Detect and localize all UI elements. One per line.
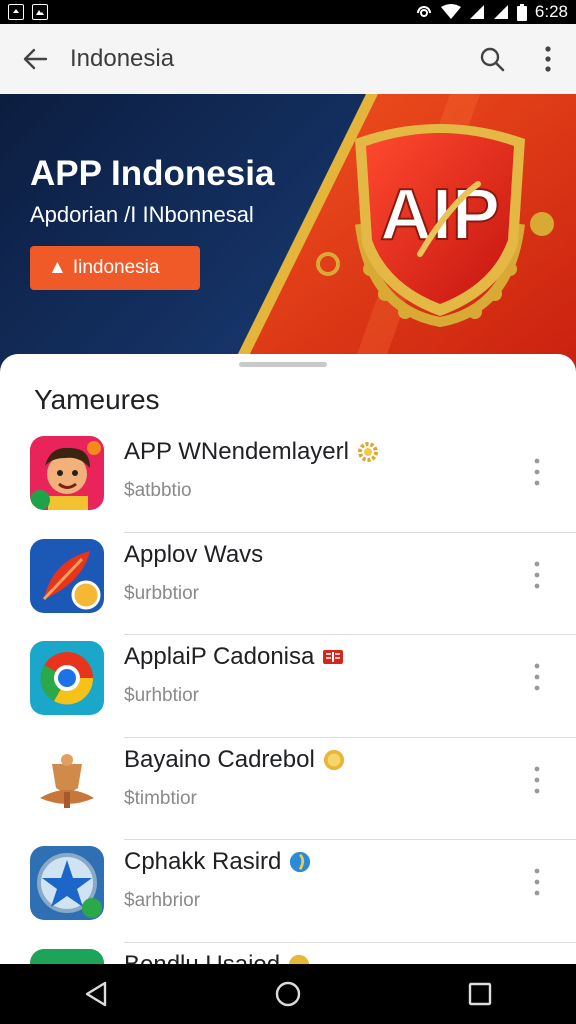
search-button[interactable]: [464, 24, 520, 94]
app-name: ApplaiP Cadonisa: [124, 643, 344, 671]
back-triangle-icon: [85, 981, 107, 1007]
signal-icon: [469, 5, 484, 19]
more-options-button[interactable]: [520, 24, 576, 94]
banner-title: APP Indonesia: [30, 154, 275, 193]
logo-mark-icon: ▲: [48, 257, 67, 278]
more-vert-icon: [534, 868, 540, 896]
coin-badge-icon: [323, 749, 345, 771]
book-badge-icon: [322, 646, 344, 668]
gear-badge-icon: [357, 441, 379, 463]
status-time: 6:28: [534, 2, 568, 21]
app-name-label: Bayaino Cadrebol: [124, 745, 315, 773]
list-item[interactable]: Bayaino Cadrebol $timbtior: [0, 738, 576, 840]
status-right: 6:28: [415, 2, 568, 22]
list-item[interactable]: Applov Wavs $urbbtior: [0, 533, 576, 635]
status-left: [8, 4, 48, 20]
app-bar: Indonesia: [0, 24, 576, 94]
hotspot-icon: [416, 6, 431, 17]
app-subtitle: $arhbrior: [124, 890, 201, 911]
more-vert-icon: [534, 561, 540, 588]
nav-back-button[interactable]: [56, 964, 136, 1024]
recents-square-icon: [468, 982, 492, 1006]
app-subtitle: $atbbtio: [124, 480, 192, 501]
app-list: APP WNendemlayerl $atbbtio Applov Wavs $…: [0, 430, 576, 1024]
star-compass-icon: [30, 846, 104, 920]
app-name: Bayaino Cadrebol: [124, 746, 345, 774]
list-item[interactable]: ApplaiP Cadonisa $urhbtior: [0, 635, 576, 738]
item-more-button[interactable]: [520, 858, 554, 906]
nav-home-button[interactable]: [248, 964, 328, 1024]
app-name: Cphakk Rasird: [124, 848, 311, 876]
drag-handle[interactable]: [239, 362, 327, 367]
notification-icon: [8, 4, 24, 20]
banner-button-label: Iindonesia: [72, 257, 160, 278]
app-name-label: Applov Wavs: [124, 540, 264, 568]
bottom-sheet: Yameures APP WNendemlayerl $atbbtio Appl…: [0, 354, 576, 1023]
item-more-button[interactable]: [520, 653, 554, 701]
trophy-icon: [30, 743, 104, 818]
avatar-boy-icon: [30, 436, 104, 510]
item-more-button[interactable]: [520, 756, 554, 804]
list-item-text: Bayaino Cadrebol $timbtior: [124, 746, 345, 810]
banner-subtitle: Apdorian /I INbonnesal: [30, 202, 254, 227]
more-vert-icon: [545, 46, 551, 72]
home-circle-icon: [275, 981, 301, 1007]
chrome-icon: [30, 641, 104, 715]
app-name: Applov Wavs: [124, 541, 263, 569]
more-vert-icon: [534, 663, 540, 691]
list-item-text: ApplaiP Cadonisa $urhbtior: [124, 643, 344, 707]
shield-emblem-icon: AIP: [316, 124, 554, 328]
nav-recents-button[interactable]: [440, 964, 520, 1024]
more-vert-icon: [534, 766, 540, 793]
emblem-text: AIP: [380, 175, 500, 255]
app-name-label: APP WNendemlayerl: [124, 438, 349, 465]
battery-icon: [516, 3, 527, 21]
list-item-text: APP WNendemlayerl $atbbtio: [124, 438, 379, 502]
item-more-button[interactable]: [520, 551, 554, 599]
signal-icon: [493, 5, 508, 19]
feather-icon: [30, 538, 104, 613]
list-item-text: Cphakk Rasird $arhbrior: [124, 848, 311, 912]
arrow-left-icon: [23, 48, 48, 70]
page-title: Indonesia: [70, 45, 175, 72]
app-subtitle: $urbbtior: [124, 582, 199, 604]
globe-badge-icon: [289, 851, 311, 873]
app-name-label: ApplaiP Cadonisa: [124, 643, 315, 670]
status-bar: 6:28: [0, 0, 576, 24]
navigation-bar: [0, 964, 576, 1024]
item-more-button[interactable]: [520, 448, 554, 496]
more-vert-icon: [534, 458, 540, 486]
list-item[interactable]: APP WNendemlayerl $atbbtio: [0, 430, 576, 533]
app-subtitle: $timbtior: [124, 787, 197, 809]
list-item[interactable]: Cphakk Rasird $arhbrior: [0, 840, 576, 943]
search-icon: [480, 47, 505, 72]
back-button[interactable]: [0, 24, 70, 94]
app-name: APP WNendemlayerl: [124, 438, 379, 466]
promo-banner[interactable]: APP Indonesia Apdorian /I INbonnesal ▲ I…: [0, 94, 576, 374]
app-subtitle: $urhbtior: [124, 685, 199, 706]
wifi-icon: [440, 4, 461, 19]
gallery-icon: [32, 4, 48, 20]
app-name-label: Cphakk Rasird: [124, 848, 282, 875]
section-title: Yameures: [34, 384, 160, 415]
banner-cta-button[interactable]: ▲ Iindonesia: [30, 246, 200, 290]
list-item-text: Applov Wavs $urbbtior: [124, 541, 263, 605]
